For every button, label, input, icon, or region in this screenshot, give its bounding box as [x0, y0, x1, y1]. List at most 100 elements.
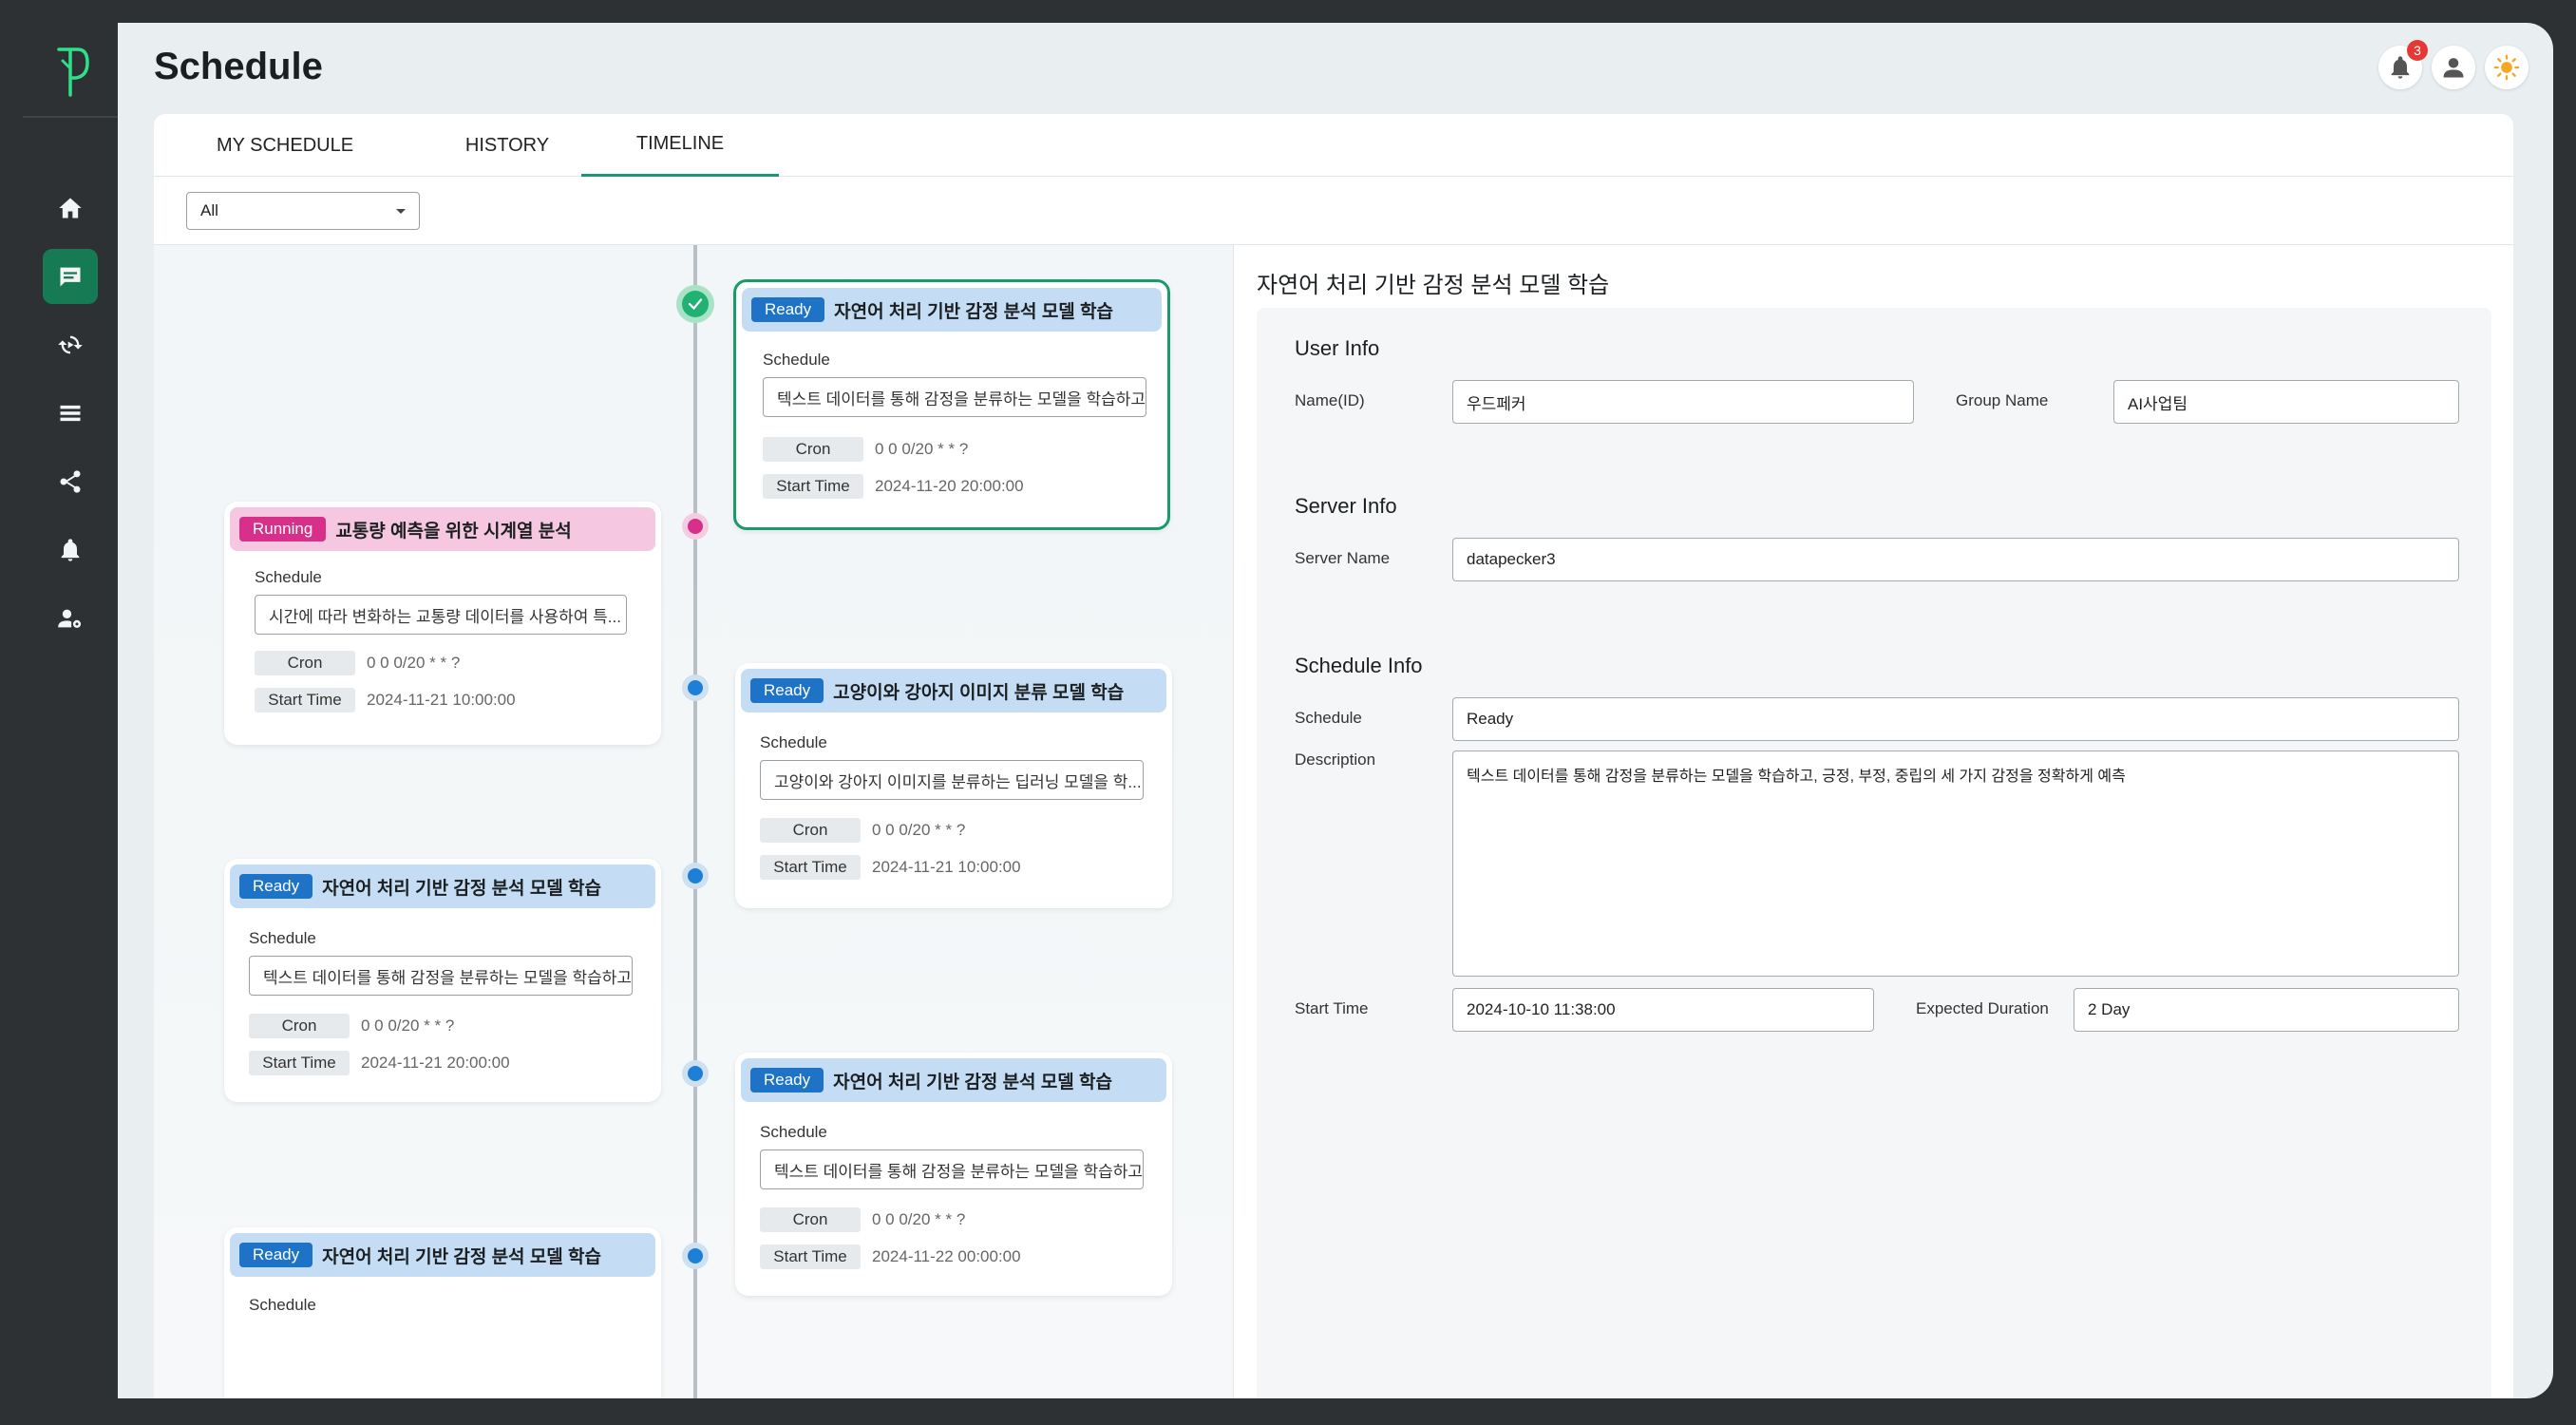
cron-value: 0 0 0/20 * * ? — [875, 440, 969, 458]
schedule-card[interactable]: Running 교통량 예측을 위한 시계열 분석 Schedule 시간에 따… — [224, 502, 661, 745]
theme-toggle-button[interactable] — [2485, 46, 2529, 89]
timeline-node[interactable] — [682, 1060, 709, 1087]
sidebar — [23, 23, 118, 1398]
status-filter-select[interactable]: All — [186, 192, 420, 230]
cron-label: Cron — [763, 437, 863, 462]
sidebar-item-list[interactable] — [43, 386, 98, 441]
schedule-label: Schedule — [763, 351, 830, 369]
schedule-card[interactable]: Ready 자연어 처리 기반 감정 분석 모델 학습 Schedule 텍스트… — [733, 279, 1170, 530]
timeline-node[interactable] — [682, 1243, 709, 1269]
sidebar-item-share[interactable] — [43, 454, 98, 509]
person-icon — [2443, 58, 2464, 78]
schedule-label: Schedule — [249, 1296, 316, 1314]
detail-panel: 자연어 처리 기반 감정 분석 모델 학습 User Info Name(ID)… — [1233, 245, 2513, 1398]
start-time-value: 2024-11-21 10:00:00 — [872, 858, 1021, 876]
timeline[interactable]: Ready 자연어 처리 기반 감정 분석 모델 학습 Schedule 텍스트… — [154, 245, 1233, 1398]
card-title: 자연어 처리 기반 감정 분석 모델 학습 — [322, 1246, 602, 1267]
status-badge: Ready — [239, 1243, 313, 1267]
tab-bar: MY SCHEDULE HISTORY TIMELINE — [154, 114, 2513, 177]
schedule-summary-field: 텍스트 데이터를 통해 감정을 분류하는 모델을 학습하고, — [249, 956, 633, 996]
sun-icon — [2493, 54, 2520, 81]
start-time-label: Start Time — [249, 1051, 350, 1075]
card-header: Running 교통량 예측을 위한 시계열 분석 — [230, 507, 655, 551]
card-header: Ready 자연어 처리 기반 감정 분석 모델 학습 — [230, 1233, 655, 1277]
bell-icon — [61, 539, 80, 561]
check-icon — [688, 298, 703, 311]
start-time-label: Start Time — [255, 688, 355, 712]
sidebar-item-alerts[interactable] — [43, 522, 98, 578]
sidebar-item-schedule[interactable] — [43, 249, 98, 304]
schedule-status-label: Schedule — [1295, 709, 1362, 727]
group-name-label: Group Name — [1956, 391, 2049, 409]
schedule-summary-field: 텍스트 데이터를 통해 감정을 분류하는 모델을 학습하고, — [760, 1150, 1144, 1189]
schedule-card[interactable]: Ready 자연어 처리 기반 감정 분석 모델 학습 Schedule 텍스트… — [224, 859, 661, 1102]
schedule-summary-field: 고양이와 강아지 이미지를 분류하는 딥러닝 모델을 학... — [760, 760, 1144, 800]
tab-timeline[interactable]: TIMELINE — [581, 114, 779, 177]
notification-badge: 3 — [2407, 40, 2428, 61]
card-header: Ready 자연어 처리 기반 감정 분석 모델 학습 — [742, 288, 1162, 332]
start-time-value: 2024-11-21 10:00:00 — [367, 691, 516, 709]
start-time-field[interactable]: 2024-10-10 11:38:00 — [1452, 988, 1874, 1032]
schedule-info-heading: Schedule Info — [1295, 654, 1423, 677]
sidebar-item-user-settings[interactable] — [43, 591, 98, 646]
status-badge: Ready — [751, 297, 825, 322]
schedule-label: Schedule — [249, 929, 316, 947]
start-time-label: Start Time — [760, 1244, 861, 1269]
tab-my-schedule[interactable]: MY SCHEDULE — [186, 114, 384, 177]
timeline-node-selected[interactable] — [676, 285, 714, 323]
cron-value: 0 0 0/20 * * ? — [872, 1210, 966, 1228]
timeline-node[interactable] — [682, 674, 709, 701]
server-name-field[interactable]: datapecker3 — [1452, 538, 2459, 581]
group-name-field[interactable]: AI사업팀 — [2113, 380, 2459, 424]
timeline-node[interactable] — [682, 513, 709, 540]
list-icon — [60, 405, 81, 422]
page-title: Schedule — [154, 46, 323, 87]
card-header: Ready 자연어 처리 기반 감정 분석 모델 학습 — [230, 864, 655, 908]
cron-label: Cron — [760, 1207, 861, 1232]
main-area: Schedule 3 MY SCHEDULE HISTORY TIMELINE … — [118, 23, 2553, 1398]
cron-label: Cron — [255, 651, 355, 675]
user-info-heading: User Info — [1295, 336, 1380, 360]
timeline-node[interactable] — [682, 863, 709, 889]
card-header: Ready 자연어 처리 기반 감정 분석 모델 학습 — [741, 1058, 1166, 1102]
schedule-label: Schedule — [760, 733, 827, 751]
server-name-label: Server Name — [1295, 549, 1391, 567]
schedule-card[interactable]: Ready 자연어 처리 기반 감정 분석 모델 학습 Schedule — [224, 1227, 661, 1398]
schedule-card[interactable]: Ready 고양이와 강아지 이미지 분류 모델 학습 Schedule 고양이… — [735, 663, 1172, 908]
schedule-status-field[interactable]: Ready — [1452, 697, 2459, 741]
cron-label: Cron — [760, 818, 861, 843]
logo — [49, 42, 95, 99]
expected-duration-field[interactable]: 2 Day — [2074, 988, 2459, 1032]
detail-title: 자연어 처리 기반 감정 분석 모델 학습 — [1257, 273, 1610, 298]
schedule-label: Schedule — [760, 1123, 827, 1141]
schedule-card[interactable]: Ready 자연어 처리 기반 감정 분석 모델 학습 Schedule 텍스트… — [735, 1053, 1172, 1296]
cron-value: 0 0 0/20 * * ? — [367, 654, 461, 672]
card-title: 자연어 처리 기반 감정 분석 모델 학습 — [834, 301, 1114, 322]
status-badge: Running — [239, 517, 327, 542]
share-icon — [60, 470, 81, 493]
name-label: Name(ID) — [1295, 391, 1365, 409]
schedule-summary-field: 텍스트 데이터를 통해 감정을 분류하는 모델을 학습하고, — [763, 377, 1146, 417]
tab-history[interactable]: HISTORY — [408, 114, 606, 177]
caret-down-icon — [396, 209, 406, 214]
status-badge: Ready — [750, 678, 824, 703]
sidebar-item-sync[interactable] — [43, 317, 98, 372]
start-time-label: Start Time — [763, 474, 863, 499]
cron-value: 0 0 0/20 * * ? — [872, 821, 966, 839]
card-title: 자연어 처리 기반 감정 분석 모델 학습 — [833, 1072, 1113, 1092]
schedule-summary-field: 시간에 따라 변화하는 교통량 데이터를 사용하여 특... — [255, 595, 627, 635]
name-field[interactable]: 우드페커 — [1452, 380, 1914, 424]
start-time-label: Start Time — [760, 855, 861, 880]
profile-button[interactable] — [2432, 46, 2475, 89]
start-time-value: 2024-11-22 00:00:00 — [872, 1247, 1021, 1265]
server-info-heading: Server Info — [1295, 494, 1397, 518]
sidebar-item-home[interactable] — [43, 180, 98, 236]
description-textarea[interactable]: 텍스트 데이터를 통해 감정을 분류하는 모델을 학습하고, 긍정, 부정, 중… — [1452, 750, 2459, 977]
card-title: 고양이와 강아지 이미지 분류 모델 학습 — [833, 682, 1125, 703]
start-time-label: Start Time — [1295, 999, 1369, 1017]
card-title: 자연어 처리 기반 감정 분석 모델 학습 — [322, 878, 602, 899]
status-badge: Ready — [750, 1068, 824, 1092]
schedule-panel: MY SCHEDULE HISTORY TIMELINE All Ready 자… — [154, 114, 2513, 1398]
notification-button[interactable]: 3 — [2378, 40, 2428, 89]
card-header: Ready 고양이와 강아지 이미지 분류 모델 학습 — [741, 669, 1166, 712]
